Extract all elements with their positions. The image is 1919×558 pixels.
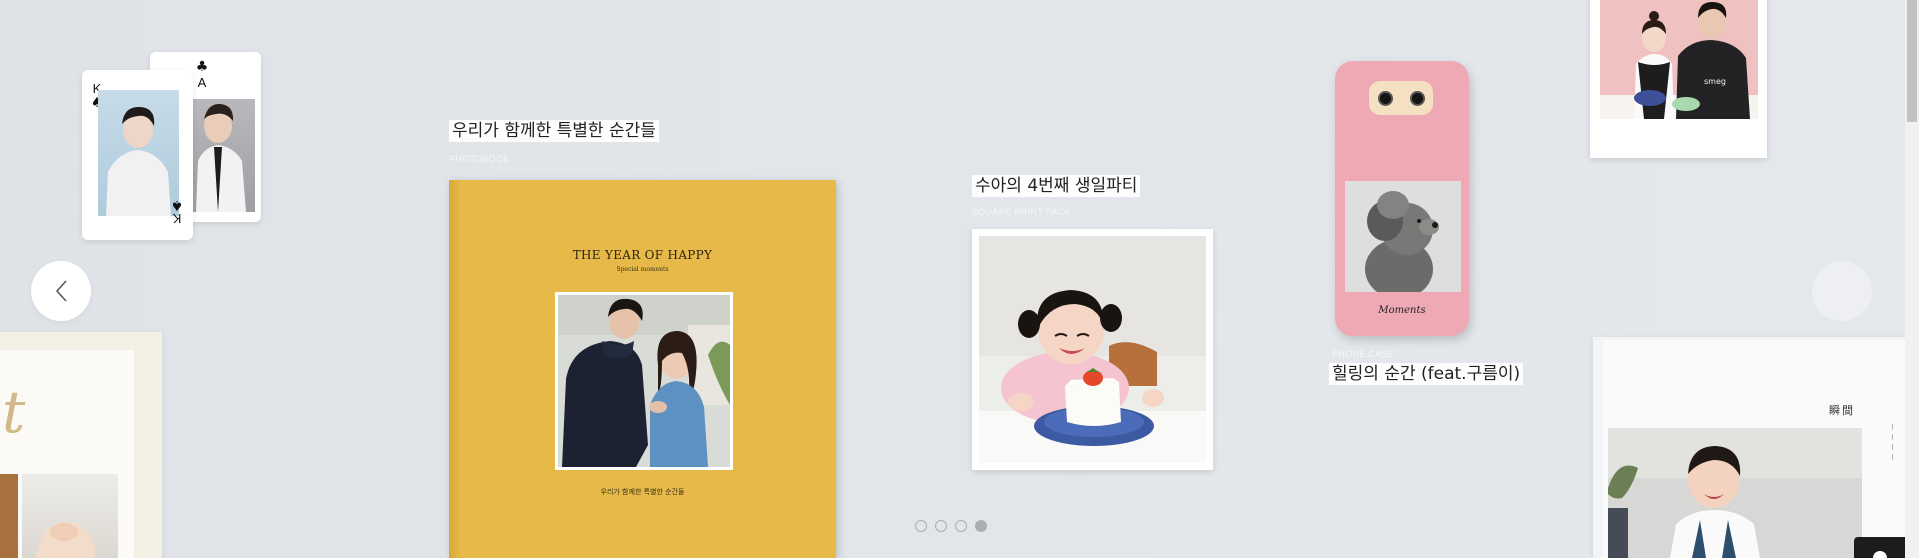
spade-suit-icon-bottom: ♠ (170, 197, 184, 213)
card-rank-bottom: K (172, 211, 182, 226)
product-title-photobook[interactable]: 우리가 함께한 특별한 순간들 (449, 120, 659, 142)
phone-case-photo (1345, 181, 1461, 299)
script-letter: t (2, 378, 26, 446)
polaroid-print: smeg (1590, 0, 1767, 158)
chat-button[interactable] (1854, 537, 1906, 558)
polaroid-apron-text: smeg (1704, 77, 1726, 86)
club-suit-icon: ♣ (195, 59, 209, 75)
card-rank-top: A (197, 75, 207, 90)
card-photo (192, 99, 255, 212)
square-print[interactable] (972, 229, 1213, 470)
product-category-phone-case: PHONE CASE (1332, 349, 1395, 359)
right-album-heading: 瞬間 (1829, 404, 1855, 417)
phone-case-script-text: Moments (1378, 305, 1426, 316)
right-album-vertical-text: — — — — (1889, 424, 1896, 461)
right-album-photo (1608, 428, 1862, 558)
photobook-cover-subtitle: Special moments (616, 266, 669, 273)
right-album: 瞬間 — — — — (1593, 337, 1910, 558)
photobook-cover-photo (555, 292, 733, 470)
scrollbar-thumb[interactable] (1907, 0, 1917, 122)
phone-case[interactable]: Moments (1335, 61, 1469, 336)
product-title-square-print[interactable]: 수아의 4번째 생일파티 (972, 175, 1141, 197)
left-album-page: t (0, 350, 134, 558)
right-album-page: 瞬間 — — — — (1603, 340, 1910, 558)
photobook-spine (449, 180, 463, 558)
chat-icon (1873, 551, 1887, 558)
product-category-square-print: SQUARE PRINT PACK (972, 207, 1071, 217)
product-title-phone-case[interactable]: 힐링의 순간 (feat.구름이) (1329, 363, 1524, 385)
carousel-dot-3[interactable] (955, 520, 967, 532)
photobook-cover-footer: 우리가 함께한 특별한 순간들 (600, 488, 685, 496)
next-button[interactable] (1812, 261, 1872, 321)
carousel-dot-1[interactable] (915, 520, 927, 532)
vertical-scrollbar[interactable] (1905, 0, 1919, 558)
camera-lens-icon (1377, 90, 1393, 106)
photobook-cover[interactable]: THE YEAR OF HAPPY Special moments 우리가 함께… (449, 180, 836, 558)
left-album-photo (22, 474, 118, 558)
product-category-photobook: PHOTOBOOK (449, 154, 510, 164)
chevron-left-icon (55, 280, 67, 302)
carousel-dot-2[interactable] (935, 520, 947, 532)
carousel-pagination (915, 520, 987, 532)
carousel-dot-4[interactable] (975, 520, 987, 532)
camera-module (1369, 81, 1433, 115)
card-photo (98, 90, 179, 216)
photobook-cover-title: THE YEAR OF HAPPY (572, 248, 713, 262)
polaroid-photo: smeg (1600, 0, 1758, 119)
left-album: t (0, 332, 162, 558)
playing-card-front: K ♠ ♠ K (82, 70, 193, 240)
prev-button[interactable] (31, 261, 91, 321)
camera-lens-icon (1409, 90, 1425, 106)
